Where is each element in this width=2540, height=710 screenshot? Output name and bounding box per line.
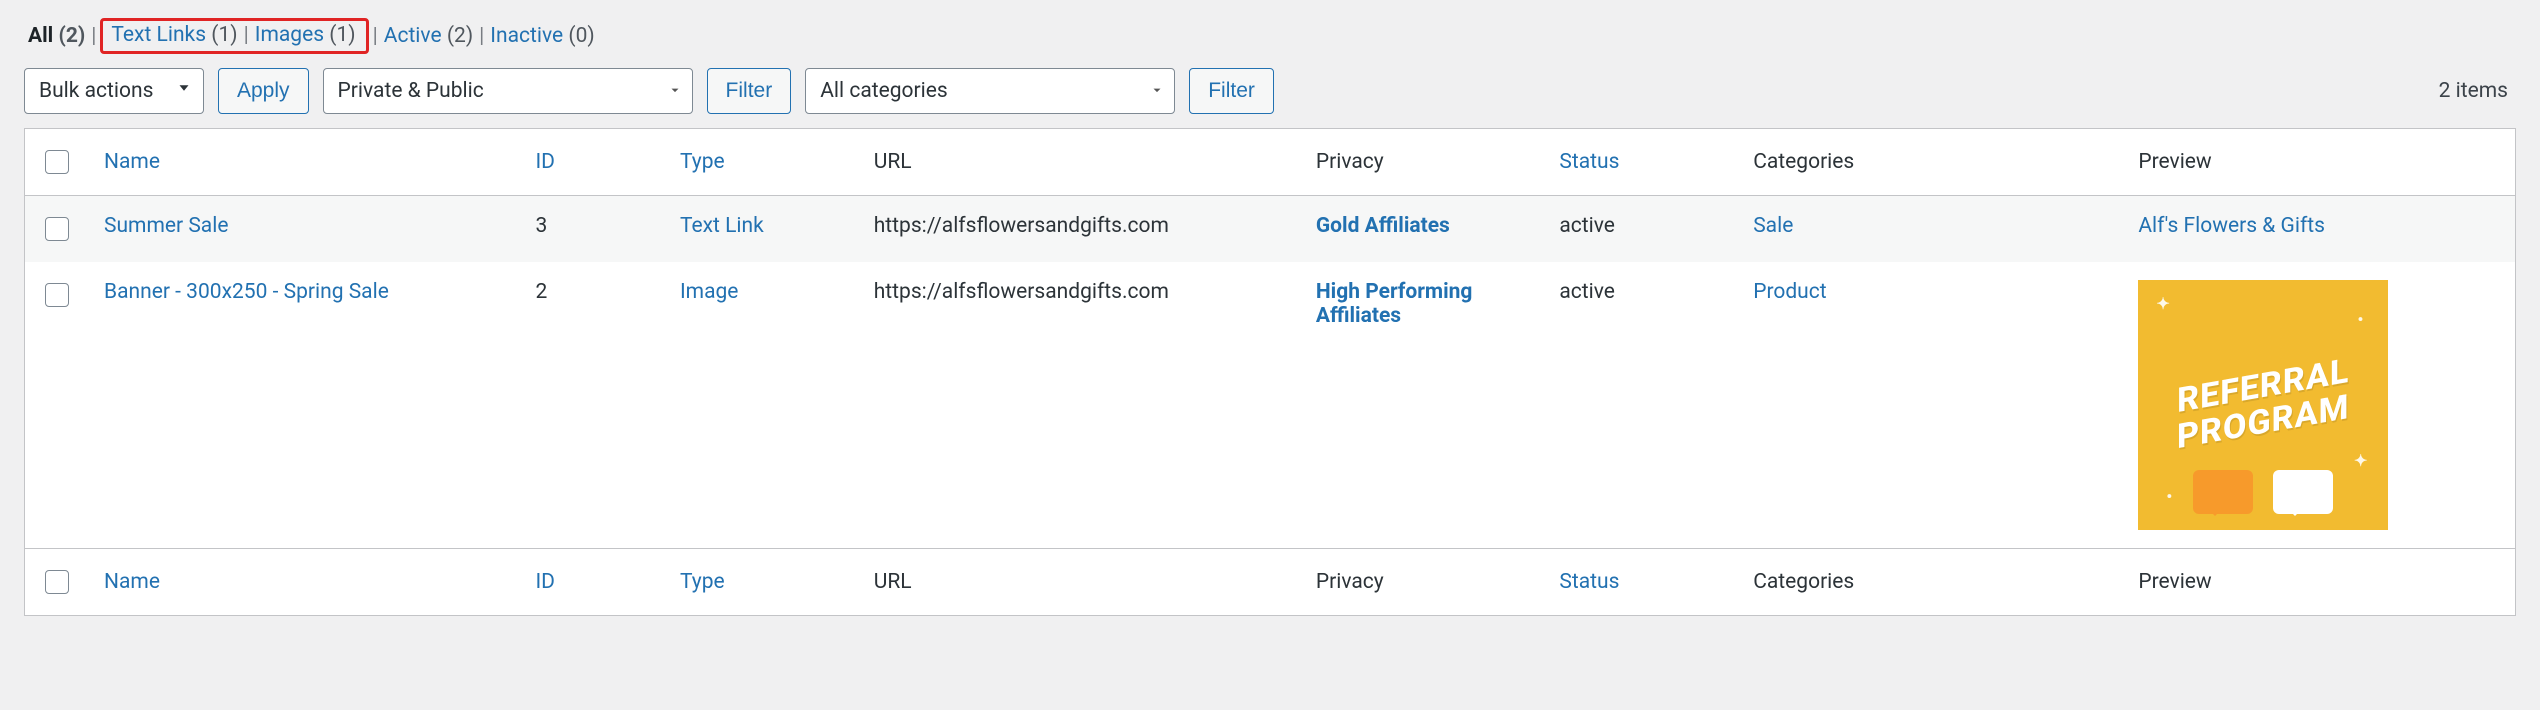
category-filter-button[interactable]: Filter xyxy=(1189,68,1274,114)
filter-tabs: All (2) | Text Links (1) | Images (1) | … xyxy=(26,18,2514,54)
filter-images[interactable]: Images (1) xyxy=(253,23,358,47)
filter-all[interactable]: All (2) xyxy=(26,24,87,48)
col-privacy: Privacy xyxy=(1300,129,1544,196)
privacy-filter-button[interactable]: Filter xyxy=(707,68,792,114)
row-preview-text-link[interactable]: Alf's Flowers & Gifts xyxy=(2138,214,2325,238)
speech-bubble-icon xyxy=(2193,470,2253,514)
row-privacy-link[interactable]: Gold Affiliates xyxy=(1316,214,1450,238)
filter-images-label: Images xyxy=(255,23,324,47)
bulk-actions-label: Bulk actions xyxy=(39,79,153,103)
sparkle-icon: ✦ xyxy=(2354,451,2368,470)
col-preview: Preview xyxy=(2122,129,2515,196)
col-privacy-footer: Privacy xyxy=(1300,548,1544,615)
privacy-select-label: Private & Public xyxy=(338,79,484,103)
caret-down-icon xyxy=(1150,79,1164,103)
row-name-link[interactable]: Banner - 300x250 - Spring Sale xyxy=(104,280,389,304)
creatives-table: Name ID Type URL Privacy Status Categori… xyxy=(24,128,2516,616)
row-name-link[interactable]: Summer Sale xyxy=(104,214,228,238)
row-checkbox[interactable] xyxy=(45,217,69,241)
select-all-checkbox-footer[interactable] xyxy=(45,570,69,594)
speech-bubble-icon xyxy=(2273,470,2333,514)
table-header-row: Name ID Type URL Privacy Status Categori… xyxy=(25,129,2515,196)
col-id[interactable]: ID xyxy=(535,150,555,174)
row-checkbox[interactable] xyxy=(45,283,69,307)
col-categories-footer: Categories xyxy=(1737,548,2122,615)
filter-all-count: 2 xyxy=(66,24,78,48)
col-status[interactable]: Status xyxy=(1559,150,1619,174)
col-categories: Categories xyxy=(1737,129,2122,196)
filter-active-count: 2 xyxy=(454,24,466,48)
row-url: https://alfsflowersandgifts.com xyxy=(858,262,1300,548)
sparkle-icon: • xyxy=(2166,487,2173,506)
speech-bubbles-icon xyxy=(2193,470,2333,514)
sparkle-icon: • xyxy=(2358,310,2365,329)
filter-inactive-count: 0 xyxy=(576,24,588,48)
row-category-link[interactable]: Product xyxy=(1753,280,1826,304)
filter-all-label: All xyxy=(28,24,53,48)
banner-text: REFERRAL PROGRAM xyxy=(2177,354,2349,456)
row-status: active xyxy=(1543,262,1737,548)
bulk-actions-select[interactable]: Bulk actions xyxy=(24,68,204,114)
col-status-footer[interactable]: Status xyxy=(1559,570,1619,594)
row-category-link[interactable]: Sale xyxy=(1753,214,1793,238)
col-url-footer: URL xyxy=(858,548,1300,615)
row-preview-banner[interactable]: ✦ • • ✦ REFERRAL PROGRAM xyxy=(2138,280,2388,530)
table-row: Summer Sale 3 Text Link https://alfsflow… xyxy=(25,196,2515,262)
row-type-link[interactable]: Image xyxy=(680,280,738,304)
row-type-link[interactable]: Text Link xyxy=(680,214,764,238)
col-type[interactable]: Type xyxy=(680,150,725,174)
filter-active-label: Active xyxy=(384,24,442,48)
filter-images-count: 1 xyxy=(336,23,348,47)
highlight-annotation: Text Links (1) | Images (1) xyxy=(100,18,368,54)
col-name-footer[interactable]: Name xyxy=(104,570,160,594)
privacy-select[interactable]: Private & Public xyxy=(323,68,693,114)
sparkle-icon: ✦ xyxy=(2156,294,2170,313)
filter-inactive[interactable]: Inactive (0) xyxy=(488,24,596,48)
category-select[interactable]: All categories xyxy=(805,68,1175,114)
filter-text-links-count: 1 xyxy=(218,23,230,47)
filter-inactive-label: Inactive xyxy=(490,24,563,48)
filter-text-links[interactable]: Text Links (1) xyxy=(109,23,239,47)
col-name[interactable]: Name xyxy=(104,150,160,174)
row-privacy-link[interactable]: High Performing Affiliates xyxy=(1316,280,1473,328)
filter-text-links-label: Text Links xyxy=(111,23,206,47)
col-preview-footer: Preview xyxy=(2122,548,2515,615)
filter-active[interactable]: Active (2) xyxy=(382,24,475,48)
col-id-footer[interactable]: ID xyxy=(535,570,555,594)
col-type-footer[interactable]: Type xyxy=(680,570,725,594)
row-id: 2 xyxy=(519,262,664,548)
category-select-label: All categories xyxy=(820,79,948,103)
table-footer-row: Name ID Type URL Privacy Status Categori… xyxy=(25,548,2515,615)
row-url: https://alfsflowersandgifts.com xyxy=(858,196,1300,262)
select-all-checkbox[interactable] xyxy=(45,150,69,174)
apply-button[interactable]: Apply xyxy=(218,68,309,114)
row-id: 3 xyxy=(519,196,664,262)
table-row: Banner - 300x250 - Spring Sale 2 Image h… xyxy=(25,262,2515,548)
items-count: 2 items xyxy=(2439,79,2516,103)
caret-down-icon xyxy=(668,79,682,103)
actions-row: Bulk actions Apply Private & Public Filt… xyxy=(24,68,2516,114)
chevron-down-icon xyxy=(175,79,193,103)
col-url: URL xyxy=(858,129,1300,196)
row-status: active xyxy=(1543,196,1737,262)
